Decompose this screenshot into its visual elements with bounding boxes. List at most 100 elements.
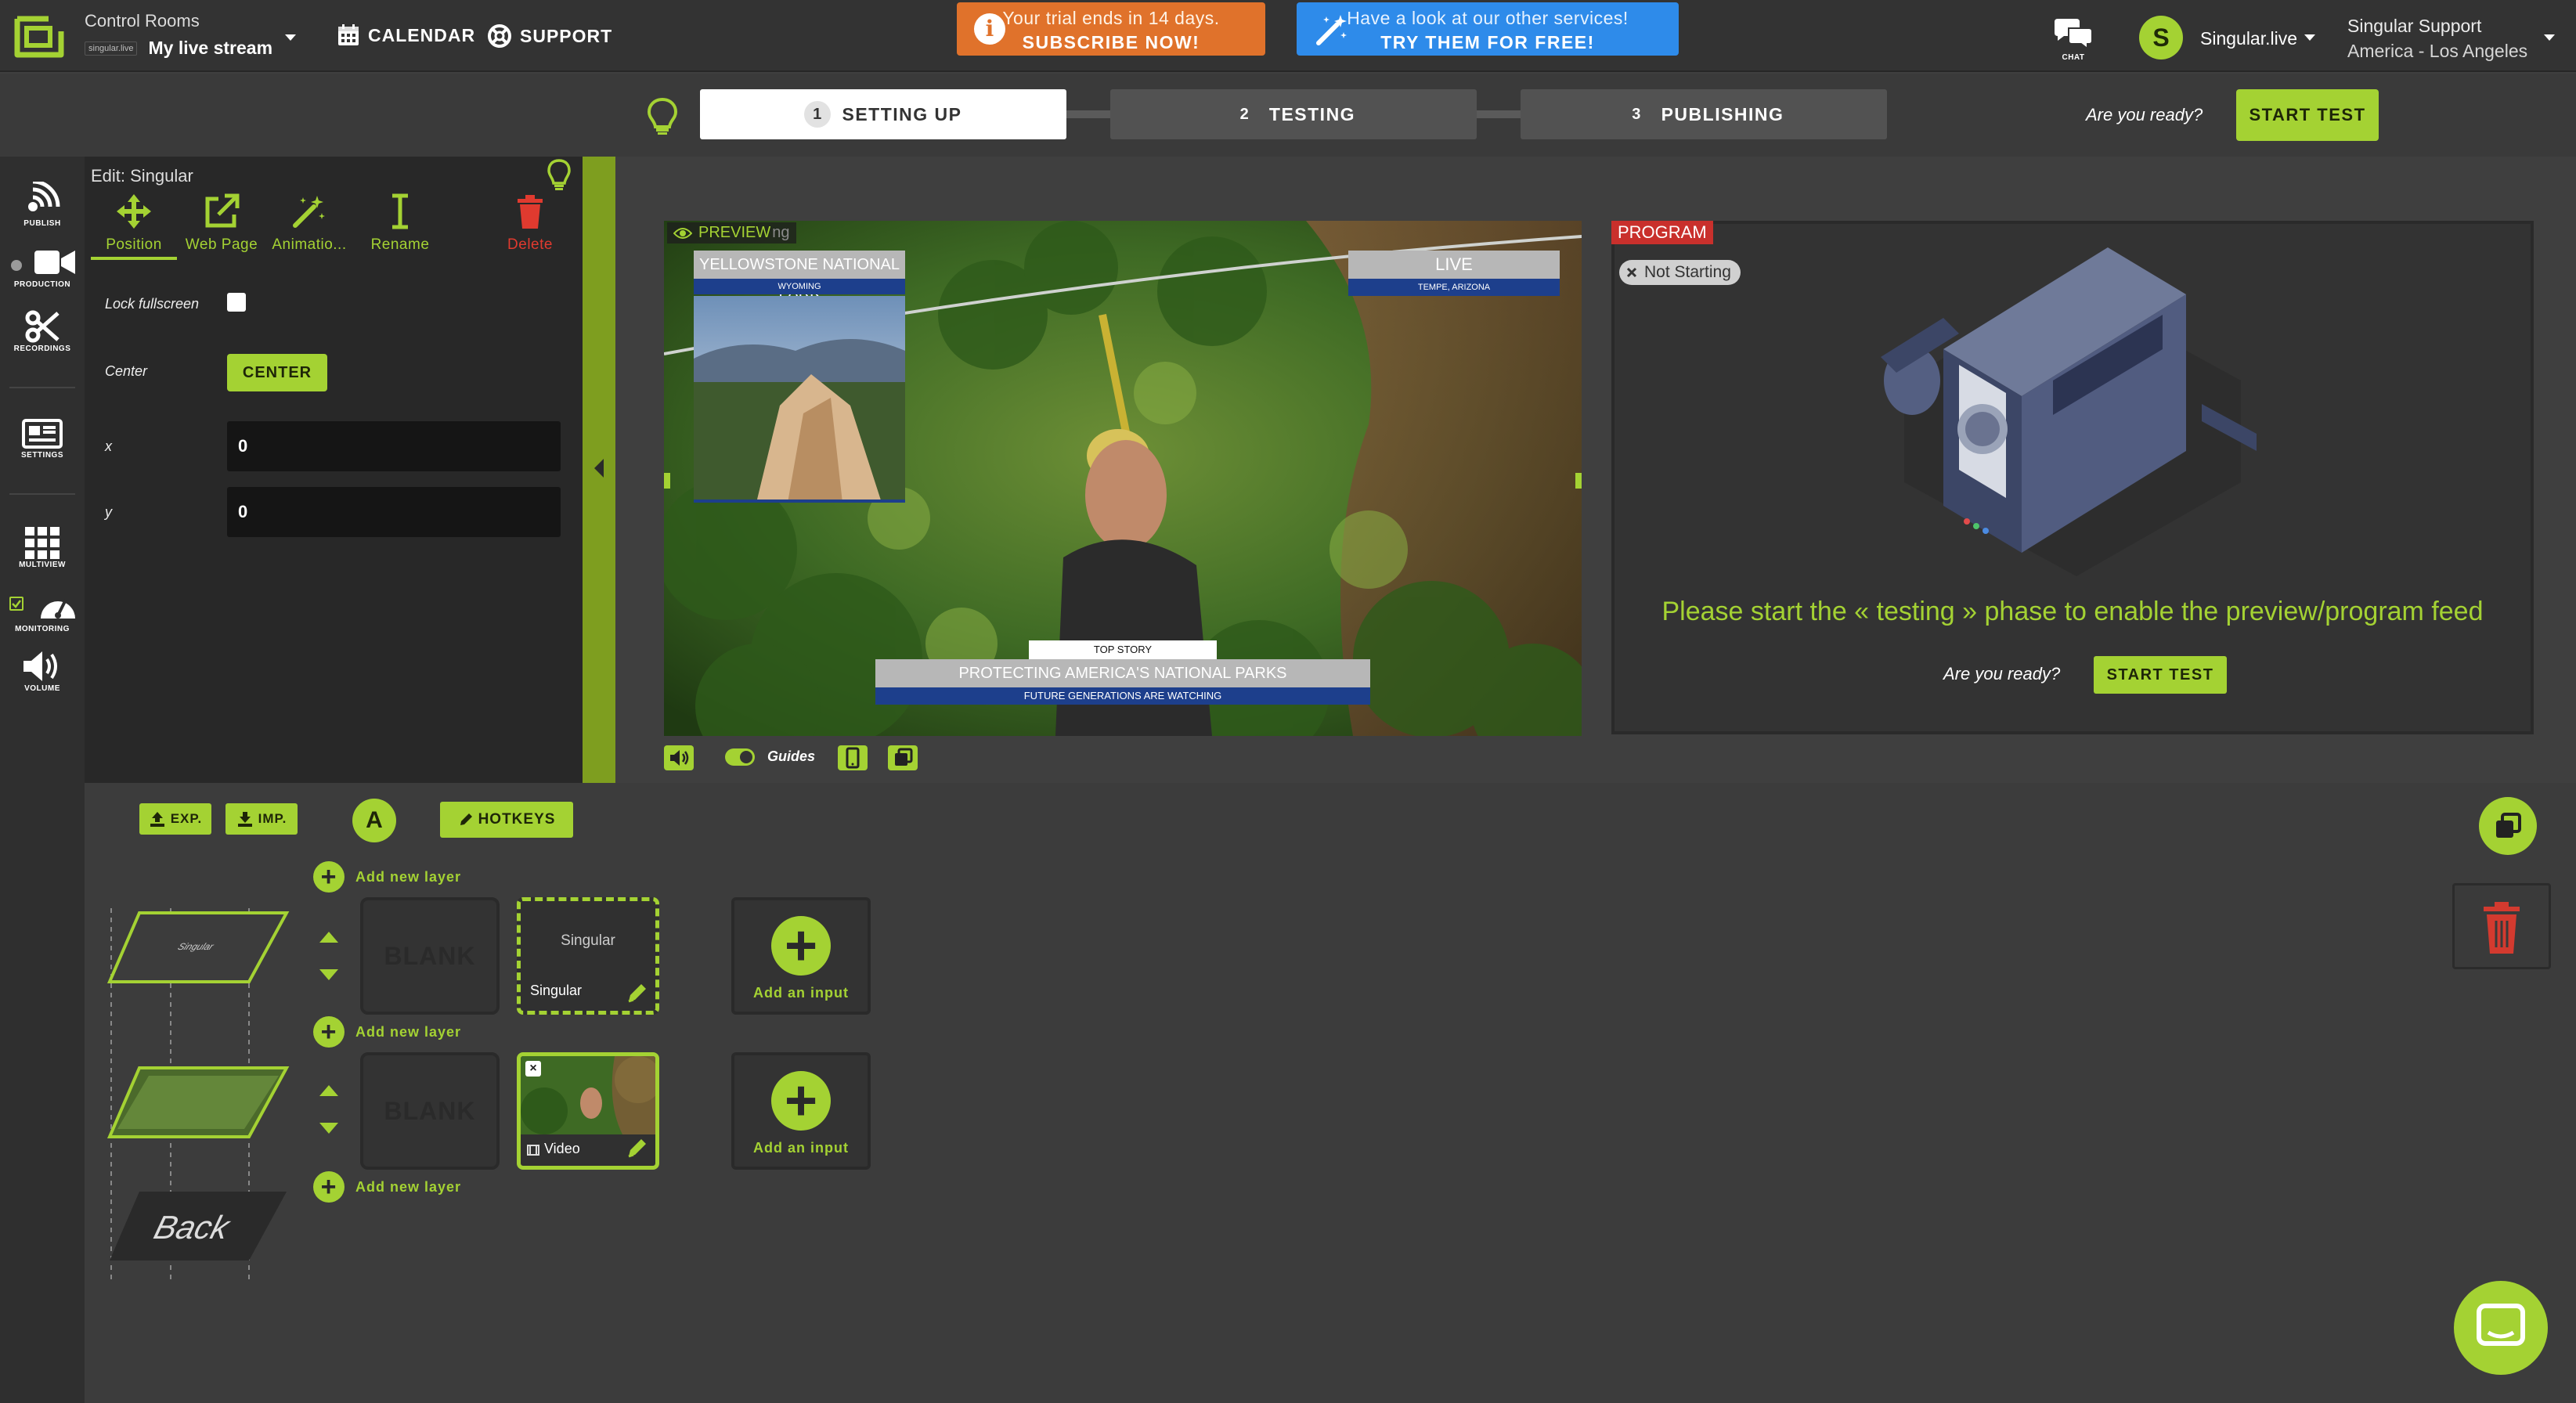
sidebar-item-volume[interactable]: VOLUME bbox=[0, 650, 85, 693]
nav-calendar[interactable]: CALENDAR bbox=[337, 23, 475, 47]
plus-icon: + bbox=[771, 916, 831, 976]
gfx-lower-title: PROTECTING AMERICA'S NATIONAL PARKS bbox=[875, 659, 1370, 687]
web-page-tool[interactable]: Web Page bbox=[179, 193, 265, 254]
sidebar-item-label: MONITORING bbox=[15, 625, 70, 633]
mobile-icon bbox=[846, 747, 860, 769]
rename-tool[interactable]: Rename bbox=[357, 193, 443, 254]
pencil-icon[interactable] bbox=[626, 1136, 649, 1160]
add-layer-button[interactable]: + Add new layer bbox=[313, 1016, 461, 1048]
singular-logo-icon[interactable] bbox=[13, 14, 66, 60]
import-label: IMP. bbox=[258, 811, 287, 826]
guide-handle-right[interactable] bbox=[1575, 473, 1582, 489]
preview-monitor[interactable]: YELLOWSTONE NATIONAL PARK WYOMING LIVE T… bbox=[664, 221, 1582, 736]
org-region: America - Los Angeles bbox=[2347, 41, 2528, 61]
trial-banner[interactable]: i Your trial ends in 14 days. SUBSCRIBE … bbox=[957, 2, 1265, 56]
try-free-link[interactable]: TRY THEM FOR FREE! bbox=[1297, 32, 1679, 53]
step-number: 1 bbox=[804, 101, 832, 128]
preview-audio-button[interactable] bbox=[664, 745, 694, 770]
stream-dropdown-caret-icon[interactable] bbox=[283, 33, 298, 42]
add-layer-button[interactable]: + Add new layer bbox=[313, 1171, 461, 1203]
step-publishing[interactable]: 3 PUBLISHING bbox=[1521, 89, 1887, 139]
guides-label: Guides bbox=[767, 748, 816, 764]
lightbulb-icon[interactable] bbox=[647, 97, 678, 136]
user-menu-caret-icon[interactable] bbox=[2304, 33, 2316, 42]
services-banner[interactable]: Have a look at our other services! TRY T… bbox=[1297, 2, 1679, 56]
move-layer-down-icon[interactable] bbox=[319, 1123, 338, 1134]
step-connector bbox=[1066, 110, 1112, 118]
move-layer-down-icon[interactable] bbox=[319, 969, 338, 980]
center-button[interactable]: CENTER bbox=[227, 354, 327, 391]
sidebar-item-production[interactable]: PRODUCTION bbox=[0, 247, 85, 289]
animation-tool[interactable]: Animatio... bbox=[266, 193, 352, 254]
step-testing[interactable]: 2 TESTING bbox=[1110, 89, 1477, 139]
sidebar-item-settings[interactable]: SETTINGS bbox=[0, 418, 85, 460]
sidebar-item-monitoring[interactable]: MONITORING bbox=[0, 589, 85, 633]
delete-tool[interactable]: Delete bbox=[487, 193, 573, 254]
guide-handle-left[interactable] bbox=[664, 473, 670, 489]
add-input-slot[interactable]: + Add an input bbox=[731, 1052, 871, 1170]
collapse-arrow-icon[interactable] bbox=[593, 457, 605, 479]
duplicate-button[interactable] bbox=[2479, 797, 2537, 855]
eye-icon bbox=[673, 227, 692, 239]
step-label: SETTING UP bbox=[842, 103, 962, 124]
position-tool[interactable]: Position bbox=[91, 193, 177, 260]
move-icon bbox=[117, 194, 151, 229]
y-input[interactable]: 0 bbox=[227, 487, 561, 537]
user-name[interactable]: Singular.live bbox=[2200, 28, 2297, 49]
card-title: Singular bbox=[561, 932, 615, 949]
mobile-view-button[interactable] bbox=[838, 745, 868, 770]
trash-drop-zone[interactable] bbox=[2452, 883, 2551, 969]
start-test-button[interactable]: START TEST bbox=[2236, 89, 2379, 141]
card-caption: Video bbox=[544, 1141, 580, 1156]
info-icon: i bbox=[974, 13, 1005, 45]
step-setting-up[interactable]: 1 SETTING UP bbox=[700, 89, 1066, 139]
lifebuoy-icon bbox=[488, 24, 511, 48]
add-layer-label: Add new layer bbox=[355, 1178, 462, 1195]
gfx-lower-sub: FUTURE GENERATIONS ARE WATCHING bbox=[875, 687, 1370, 705]
lock-fullscreen-checkbox[interactable] bbox=[227, 293, 246, 312]
org-name[interactable]: Singular Support bbox=[2347, 16, 2481, 37]
stream-selector[interactable]: singular.live My live stream bbox=[85, 38, 272, 59]
hotkeys-button[interactable]: HOTKEYS bbox=[440, 802, 573, 838]
hotkeys-label: HOTKEYS bbox=[478, 811, 556, 828]
chat-button[interactable]: CHAT bbox=[2051, 16, 2095, 62]
import-button[interactable]: IMP. bbox=[225, 803, 298, 835]
duplicate-view-button[interactable] bbox=[888, 745, 918, 770]
pencil-icon[interactable] bbox=[626, 981, 649, 1004]
stream-name: My live stream bbox=[148, 38, 273, 58]
tool-label: Delete bbox=[507, 236, 553, 253]
a-button[interactable]: A bbox=[352, 799, 396, 842]
org-menu-caret-icon[interactable] bbox=[2543, 33, 2556, 42]
guides-toggle[interactable] bbox=[725, 748, 755, 766]
x-input[interactable]: 0 bbox=[227, 421, 561, 471]
nav-support[interactable]: SUPPORT bbox=[487, 23, 612, 49]
move-layer-up-icon[interactable] bbox=[319, 1085, 338, 1096]
singular-input-card[interactable]: Singular Singular bbox=[517, 897, 659, 1015]
blank-input-slot[interactable]: BLANK bbox=[360, 897, 500, 1015]
pencil-icon bbox=[460, 813, 472, 825]
control-rooms-label: Control Rooms bbox=[85, 11, 200, 31]
sidebar-item-multiview[interactable]: MULTIVIEW bbox=[0, 526, 85, 569]
user-avatar[interactable]: S bbox=[2139, 16, 2183, 60]
remove-input-icon[interactable]: × bbox=[525, 1061, 541, 1077]
support-chat-button[interactable] bbox=[2454, 1281, 2548, 1375]
lightbulb-icon[interactable] bbox=[547, 158, 572, 191]
sidebar-item-publish[interactable]: PUBLISH bbox=[0, 182, 85, 228]
preview-label: PREVIEW ng bbox=[667, 222, 796, 243]
plus-icon: + bbox=[313, 1171, 345, 1203]
blank-input-slot[interactable]: BLANK bbox=[360, 1052, 500, 1170]
add-input-slot[interactable]: + Add an input bbox=[731, 897, 871, 1015]
export-button[interactable]: EXP. bbox=[139, 803, 211, 835]
sidebar-item-recordings[interactable]: RECORDINGS bbox=[0, 310, 85, 353]
add-layer-button[interactable]: + Add new layer bbox=[313, 861, 461, 893]
move-layer-up-icon[interactable] bbox=[319, 932, 338, 943]
active-dot bbox=[11, 260, 22, 271]
sidebar-item-label: SETTINGS bbox=[20, 451, 63, 460]
step-number: 2 bbox=[1239, 106, 1250, 123]
magic-wand-icon bbox=[1314, 12, 1350, 48]
copy-icon bbox=[2496, 813, 2521, 838]
video-input-card[interactable]: × Video bbox=[517, 1052, 659, 1170]
trash-icon bbox=[518, 195, 543, 229]
broadcast-icon bbox=[28, 182, 60, 211]
start-test-button[interactable]: START TEST bbox=[2094, 656, 2227, 694]
